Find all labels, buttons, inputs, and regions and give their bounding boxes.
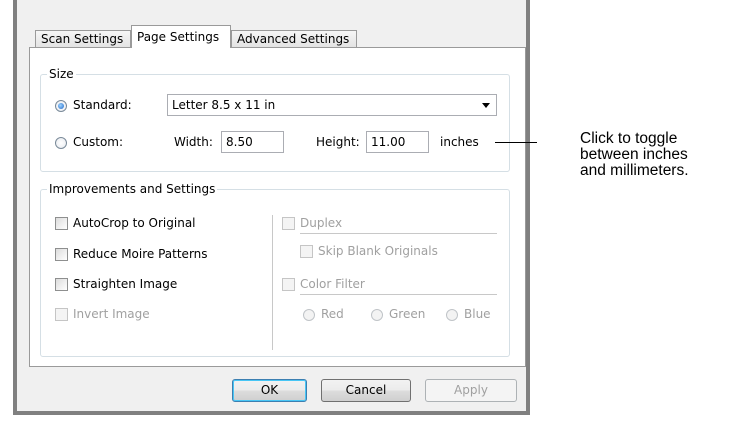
units-toggle-button[interactable]: inches: [440, 135, 479, 149]
duplex-label: Duplex: [300, 216, 343, 230]
straighten-checkbox[interactable]: [55, 278, 68, 291]
standard-radio[interactable]: [55, 100, 67, 112]
chevron-down-icon: [482, 103, 490, 108]
blue-radio[interactable]: [446, 309, 458, 321]
duplex-divider: [300, 233, 497, 234]
improvements-group-legend: Improvements and Settings: [47, 182, 218, 196]
blue-label: Blue: [464, 307, 491, 321]
tab-page-settings[interactable]: Page Settings: [131, 25, 231, 48]
red-label: Red: [321, 307, 344, 321]
width-label: Width:: [174, 135, 213, 149]
invert-checkbox[interactable]: [55, 308, 68, 321]
duplex-checkbox[interactable]: [282, 217, 295, 230]
green-label: Green: [389, 307, 426, 321]
callout-line: [495, 142, 537, 143]
callout-line-3: and millimeters.: [580, 162, 689, 179]
height-label: Height:: [316, 135, 360, 149]
width-field[interactable]: 8.50: [221, 131, 284, 153]
height-field[interactable]: 11.00: [366, 131, 429, 153]
color-filter-divider: [300, 294, 497, 295]
autocrop-checkbox[interactable]: [55, 217, 68, 230]
standard-label: Standard:: [73, 98, 132, 112]
improvements-group: Improvements and Settings: [40, 182, 510, 357]
cancel-button[interactable]: Cancel: [321, 379, 411, 402]
callout-text: Click to toggle between inches and milli…: [580, 131, 729, 179]
vertical-divider: [272, 215, 273, 350]
page-size-select[interactable]: Letter 8.5 x 11 in: [167, 94, 497, 116]
skip-blank-checkbox[interactable]: [300, 245, 313, 258]
green-radio[interactable]: [371, 309, 383, 321]
custom-radio[interactable]: [55, 137, 67, 149]
invert-label: Invert Image: [73, 307, 150, 321]
straighten-label: Straighten Image: [73, 277, 178, 291]
color-filter-label: Color Filter: [300, 277, 365, 291]
page-size-value: Letter 8.5 x 11 in: [172, 98, 276, 112]
autocrop-label: AutoCrop to Original: [73, 216, 196, 230]
tab-advanced-settings[interactable]: Advanced Settings: [231, 30, 357, 47]
size-group: Size: [40, 67, 510, 172]
apply-button[interactable]: Apply: [425, 379, 517, 402]
skip-blank-label: Skip Blank Originals: [318, 244, 438, 258]
size-group-legend: Size: [47, 67, 76, 81]
callout-line-1: Click to toggle: [580, 130, 678, 147]
ok-button[interactable]: OK: [232, 379, 307, 402]
moire-checkbox[interactable]: [55, 248, 68, 261]
moire-label: Reduce Moire Patterns: [73, 247, 208, 261]
custom-label: Custom:: [73, 135, 124, 149]
tab-scan-settings[interactable]: Scan Settings: [35, 30, 131, 47]
color-filter-checkbox[interactable]: [282, 278, 295, 291]
callout-line-2: between inches: [580, 146, 688, 163]
red-radio[interactable]: [303, 309, 315, 321]
